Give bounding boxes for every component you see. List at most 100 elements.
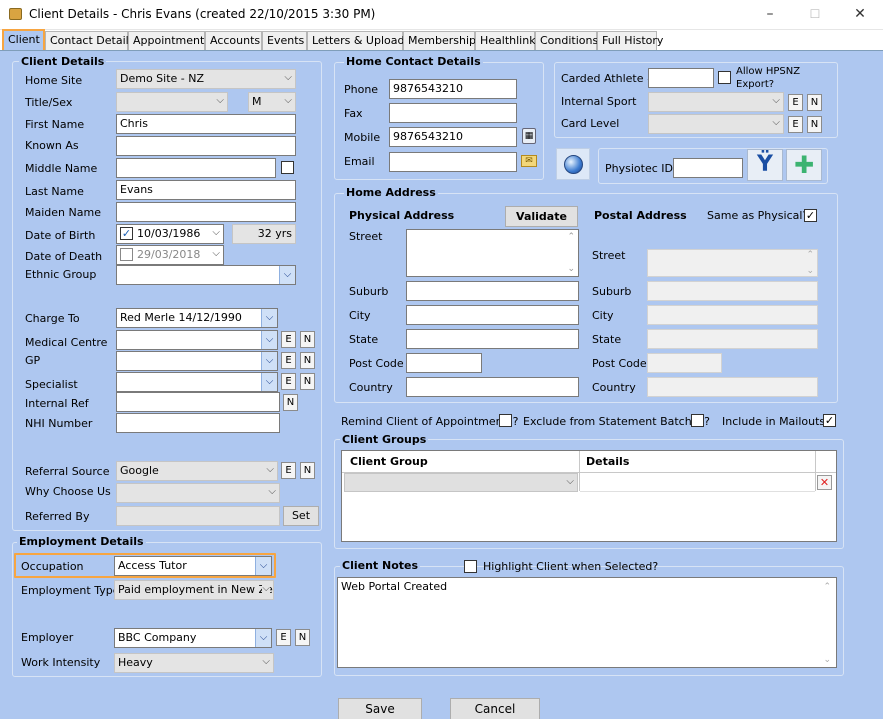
phone-input[interactable]: 9876543210 (389, 79, 517, 99)
chevron-down-icon: ⌵ (772, 95, 780, 106)
scroll-up-icon[interactable]: ⌃ (567, 232, 575, 242)
cancel-button[interactable]: Cancel (450, 698, 540, 719)
tab-healthlink[interactable]: Healthlink (475, 31, 536, 50)
tab-letters-uploads[interactable]: Letters & Uploads (307, 31, 410, 50)
close-button[interactable]: ✕ (845, 4, 875, 24)
same-as-physical-checkbox[interactable]: ✓ (804, 209, 817, 222)
internal-sport-select[interactable]: ⌵ (648, 92, 784, 112)
carded-athlete-label: Carded Athlete # (561, 72, 657, 85)
physical-postcode-input[interactable] (406, 353, 482, 373)
client-group-row-details[interactable] (580, 473, 815, 492)
physical-street-input[interactable]: ⌃ ⌄ (406, 229, 579, 277)
client-group-row-select[interactable]: ⌵ (344, 473, 578, 492)
highlight-client-checkbox[interactable] (464, 560, 477, 573)
physical-suburb-input[interactable] (406, 281, 579, 301)
tab-client[interactable]: Client (2, 29, 45, 51)
middle-name-input[interactable] (116, 158, 276, 178)
tab-events[interactable]: Events (262, 31, 307, 50)
occupation-select[interactable]: Access Tutor ⌵ (114, 556, 272, 576)
scroll-down-icon[interactable]: ⌄ (823, 655, 831, 665)
card-level-edit-button[interactable]: E (788, 116, 803, 133)
referral-new-button[interactable]: N (300, 462, 315, 479)
title-select[interactable]: ⌵ (116, 92, 228, 112)
gp-new-button[interactable]: N (300, 352, 315, 369)
include-mailouts-checkbox[interactable]: ✓ (823, 414, 836, 427)
tab-full-history[interactable]: Full History (597, 31, 663, 50)
nhi-number-input[interactable] (116, 413, 280, 433)
work-intensity-select[interactable]: Heavy ⌵ (114, 653, 274, 673)
employer-label: Employer (21, 631, 74, 644)
card-level-select[interactable]: ⌵ (648, 114, 784, 134)
first-name-input[interactable]: Chris (116, 114, 296, 134)
fax-input[interactable] (389, 103, 517, 123)
maiden-name-input[interactable] (116, 202, 296, 222)
col-details: Details (586, 455, 630, 468)
allow-hpsnz-checkbox[interactable] (718, 71, 731, 84)
charge-to-select[interactable]: Red Merle 14/12/1990 ⌵ (116, 308, 278, 328)
gp-edit-button[interactable]: E (281, 352, 296, 369)
exclude-statements-checkbox[interactable] (691, 414, 704, 427)
postal-street-label: Street (592, 249, 626, 262)
referral-edit-button[interactable]: E (281, 462, 296, 479)
ethnic-group-select[interactable]: ⌵ (116, 265, 296, 285)
gp-select[interactable]: ⌵ (116, 351, 278, 371)
email-icon[interactable]: ✉ (521, 155, 537, 167)
physical-city-input[interactable] (406, 305, 579, 325)
maximize-button[interactable]: ☐ (800, 4, 830, 24)
tab-accounts[interactable]: Accounts (205, 31, 262, 50)
specialist-new-button[interactable]: N (300, 373, 315, 390)
tab-contact-details[interactable]: Contact Details (45, 31, 134, 50)
save-button[interactable]: Save (338, 698, 422, 719)
remind-appointments-label: Remind Client of Appointments? (341, 415, 519, 428)
validate-button[interactable]: Validate (505, 206, 578, 227)
physical-country-input[interactable] (406, 377, 579, 397)
middle-name-checkbox[interactable] (281, 161, 294, 174)
add-medical-button[interactable]: ✚ (786, 149, 822, 181)
specialist-select[interactable]: ⌵ (116, 372, 278, 392)
scroll-down-icon[interactable]: ⌄ (567, 264, 575, 274)
home-site-select[interactable]: Demo Site - NZ ⌵ (116, 69, 296, 89)
dod-checkbox[interactable] (120, 248, 133, 261)
internal-sport-edit-button[interactable]: E (788, 94, 803, 111)
physical-state-input[interactable] (406, 329, 579, 349)
scroll-up-icon[interactable]: ⌃ (823, 582, 831, 592)
referred-by-set-button[interactable]: Set (283, 506, 319, 526)
globe-button[interactable] (556, 148, 590, 180)
tab-memberships[interactable]: Memberships (403, 31, 482, 50)
dod-label: Date of Death (25, 250, 103, 263)
internal-sport-new-button[interactable]: N (807, 94, 822, 111)
physiotec-button[interactable]: Ϋ (747, 149, 783, 181)
physical-postcode-label: Post Code (349, 357, 404, 370)
employer-new-button[interactable]: N (295, 629, 310, 646)
specialist-edit-button[interactable]: E (281, 373, 296, 390)
medical-centre-label: Medical Centre (25, 336, 108, 349)
tab-appointments[interactable]: Appointments (128, 31, 210, 50)
nhi-number-label: NHI Number (25, 417, 93, 430)
delete-row-button[interactable]: ✕ (817, 475, 832, 490)
sms-icon[interactable]: ▦ (522, 128, 536, 144)
minimize-button[interactable]: – (755, 4, 785, 24)
employment-type-select[interactable]: Paid employment in New Zea ⌵ (114, 580, 274, 600)
remind-appointments-checkbox[interactable] (499, 414, 512, 427)
sex-select[interactable]: M ⌵ (248, 92, 296, 112)
internal-ref-new-button[interactable]: N (283, 394, 298, 411)
last-name-input[interactable]: Evans (116, 180, 296, 200)
known-as-input[interactable] (116, 136, 296, 156)
mobile-input[interactable]: 9876543210 (389, 127, 517, 147)
medical-centre-new-button[interactable]: N (300, 331, 315, 348)
medical-centre-edit-button[interactable]: E (281, 331, 296, 348)
client-notes-textarea[interactable]: Web Portal Created ⌃ ⌄ (337, 577, 837, 668)
chevron-down-icon: ⌵ (284, 95, 292, 106)
email-input[interactable] (389, 152, 517, 172)
card-level-new-button[interactable]: N (807, 116, 822, 133)
dob-checkbox[interactable]: ✓ (120, 227, 133, 240)
referral-source-select[interactable]: Google ⌵ (116, 461, 278, 481)
medical-centre-select[interactable]: ⌵ (116, 330, 278, 350)
employer-select[interactable]: BBC Company ⌵ (114, 628, 272, 648)
physiotec-id-input[interactable] (673, 158, 743, 178)
carded-athlete-input[interactable] (648, 68, 714, 88)
internal-ref-input[interactable] (116, 392, 280, 412)
why-choose-us-select[interactable]: ⌵ (116, 483, 280, 503)
tab-conditions[interactable]: Conditions (535, 31, 598, 50)
employer-edit-button[interactable]: E (276, 629, 291, 646)
